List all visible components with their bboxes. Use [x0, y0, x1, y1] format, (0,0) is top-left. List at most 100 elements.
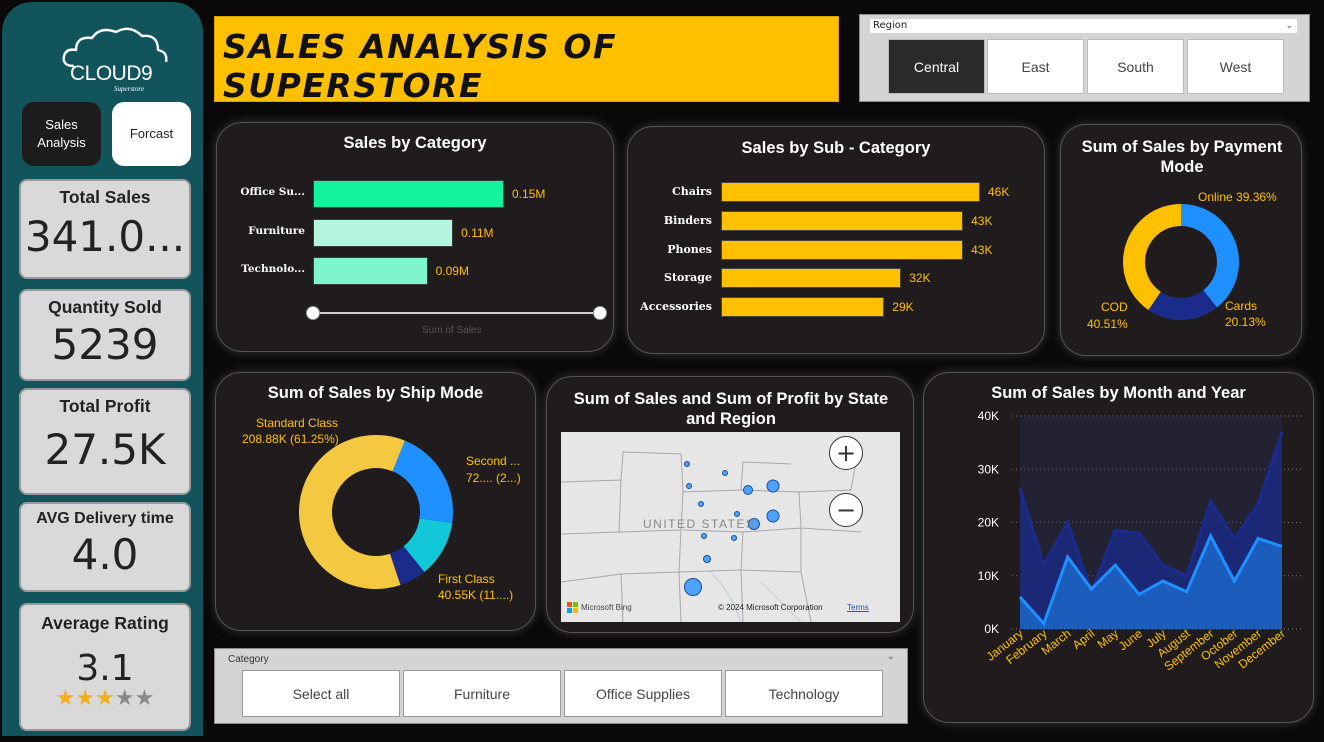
y-tick-label: 40K	[978, 409, 999, 423]
bar-label: Storage	[664, 271, 712, 285]
chart-title: Sales by Category	[343, 134, 487, 152]
range-slider-handle-left[interactable]	[306, 306, 320, 320]
ship-label-first: First Class	[438, 572, 495, 586]
payment-label-cards: Cards	[1225, 299, 1257, 313]
map-bubble[interactable]	[684, 578, 702, 596]
bar	[721, 182, 980, 202]
zoom-in-icon[interactable]: +	[829, 436, 863, 470]
region-option-east[interactable]: East	[987, 39, 1084, 94]
category-slicer-label: Category	[228, 654, 269, 665]
y-tick-label: 10K	[978, 569, 999, 583]
x-tick-label: June	[1116, 626, 1145, 653]
map-terms-link[interactable]: Terms	[847, 603, 869, 612]
sales-analysis-button[interactable]: Sales Analysis	[22, 102, 101, 166]
region-slicer: Region ⌄ Central East South West	[859, 14, 1310, 102]
kpi-label: Total Profit	[59, 396, 151, 416]
bar	[721, 210, 964, 231]
region-option-south[interactable]: South	[1087, 39, 1184, 94]
kpi-label: AVG Delivery time	[36, 510, 174, 527]
star-empty-icon: ★	[114, 686, 135, 711]
kpi-value: 341.0...	[24, 212, 186, 261]
bar-value-label: 0.11M	[461, 226, 494, 240]
map-bubble[interactable]	[734, 511, 740, 517]
category-option-furniture[interactable]: Furniture	[403, 670, 561, 717]
donut-slice-standard-class	[298, 434, 405, 589]
x-axis-label: Sum of Sales	[422, 325, 482, 336]
brand-sub: Superstore	[114, 85, 145, 93]
bar	[313, 180, 504, 208]
bar-label: Office Su...	[240, 186, 305, 198]
map-bubble[interactable]	[701, 533, 707, 539]
bar-value-label: 0.09M	[435, 264, 469, 278]
category-slicer: Category ⌄ Select all Furniture Office S…	[214, 648, 908, 724]
map-bing-text: Microsoft Bing	[581, 603, 632, 612]
map-bubble[interactable]	[686, 483, 692, 489]
rating-stars: ★★★★★	[21, 688, 189, 710]
bar	[313, 257, 428, 285]
ship-label-first-value: 40.55K (11....)	[438, 588, 513, 602]
donut-slice-second	[392, 440, 453, 524]
kpi-value: 27.5K	[44, 425, 166, 474]
star-filled-icon: ★	[75, 686, 96, 711]
category-option-select-all[interactable]: Select all	[242, 670, 400, 717]
map-bubble[interactable]	[766, 509, 780, 523]
bar-value-label: 46K	[988, 185, 1010, 199]
map-canvas[interactable]: UNITED STATES + − Microsoft Bing © 2024 …	[561, 432, 900, 622]
chart-sales-by-ship-mode: Sum of Sales by Ship Mode Standard Class…	[215, 372, 536, 631]
payment-label-cod-pct: 40.51%	[1087, 317, 1128, 331]
bar-value-label: 29K	[892, 300, 914, 315]
chevron-down-icon[interactable]: ⌄	[1285, 19, 1293, 33]
area-chart: 0K10K20K30K40KJanuaryFebruaryMarchAprilM…	[978, 409, 1304, 674]
chart-sales-by-month: Sum of Sales by Month and Year 0K 10K 20K 3…	[923, 372, 1314, 723]
ship-label-second-value: 72.... (2...)	[466, 471, 521, 485]
region-option-central[interactable]: Central	[888, 39, 985, 94]
brand-name: CLOUD9	[70, 62, 153, 85]
chart-title: Sum of Sales and Sum of Profit by State …	[573, 390, 889, 428]
map-bubble[interactable]	[684, 461, 690, 467]
bar-label: Phones	[667, 242, 712, 256]
kpi-value: 4.0	[71, 530, 139, 579]
chart-sales-by-subcategory: Sales by Sub - Category Chairs 46K Binders…	[627, 126, 1045, 354]
star-empty-icon: ★	[134, 686, 155, 711]
zoom-out-icon[interactable]: −	[829, 493, 863, 527]
map-copyright: © 2024 Microsoft Corporation	[718, 603, 823, 612]
payment-donut: Online 39.36% Cards 20.13% COD 40.51%	[1087, 190, 1277, 331]
kpi-value: 5239	[51, 320, 159, 369]
forcast-button[interactable]: Forcast	[112, 102, 191, 166]
kpi-total-sales: Total Sales 341.0...	[19, 179, 191, 279]
kpi-value: 3.1	[76, 648, 134, 689]
kpi-total-profit: Total Profit 27.5K	[19, 388, 191, 495]
bar-value-label: 0.15M	[512, 187, 546, 201]
payment-label-cod: COD	[1101, 300, 1128, 314]
x-tick-label: May	[1095, 626, 1121, 651]
y-tick-label: 20K	[978, 516, 999, 530]
star-filled-icon: ★	[55, 686, 76, 711]
map-bubble[interactable]	[766, 479, 780, 493]
brand-logo: CLOUD9 Superstore	[60, 24, 170, 94]
bar-label: Chairs	[671, 185, 712, 198]
chart-sales-by-payment-mode: Sum of Sales by Payment Mode Online 39.3…	[1060, 124, 1302, 356]
map-bubble[interactable]	[703, 555, 711, 563]
shipmode-donut: Standard Class 208.88K (61.25%) Second .…	[242, 416, 521, 602]
range-slider-handle-right[interactable]	[593, 306, 607, 320]
microsoft-logo-icon	[567, 602, 578, 613]
map-bubble[interactable]	[743, 485, 753, 495]
title-banner: SALES ANALYSIS OF SUPERSTORE	[214, 16, 839, 105]
chevron-down-icon[interactable]: ⌄	[887, 651, 895, 662]
map-bing-logo: Microsoft Bing	[567, 602, 632, 613]
kpi-average-rating: Average Rating 3.1 ★★★★★	[19, 603, 191, 731]
y-tick-label: 30K	[978, 462, 999, 476]
category-option-office-supplies[interactable]: Office Supplies	[564, 670, 722, 717]
bar-label: Binders	[663, 213, 712, 227]
region-slicer-header[interactable]: Region ⌄	[870, 19, 1297, 33]
map-country-label: UNITED STATES	[643, 517, 755, 531]
sidebar: CLOUD9 Superstore Sales Analysis Forcast…	[2, 2, 203, 736]
region-option-west[interactable]: West	[1187, 39, 1284, 94]
bar-label: Furniture	[248, 225, 305, 237]
map-bubble[interactable]	[698, 501, 704, 507]
bar-label: Accessories	[640, 300, 712, 314]
map-bubble[interactable]	[731, 535, 737, 541]
donut-slice-online	[1181, 204, 1239, 308]
category-option-technology[interactable]: Technology	[725, 670, 883, 717]
map-bubble[interactable]	[722, 470, 728, 476]
